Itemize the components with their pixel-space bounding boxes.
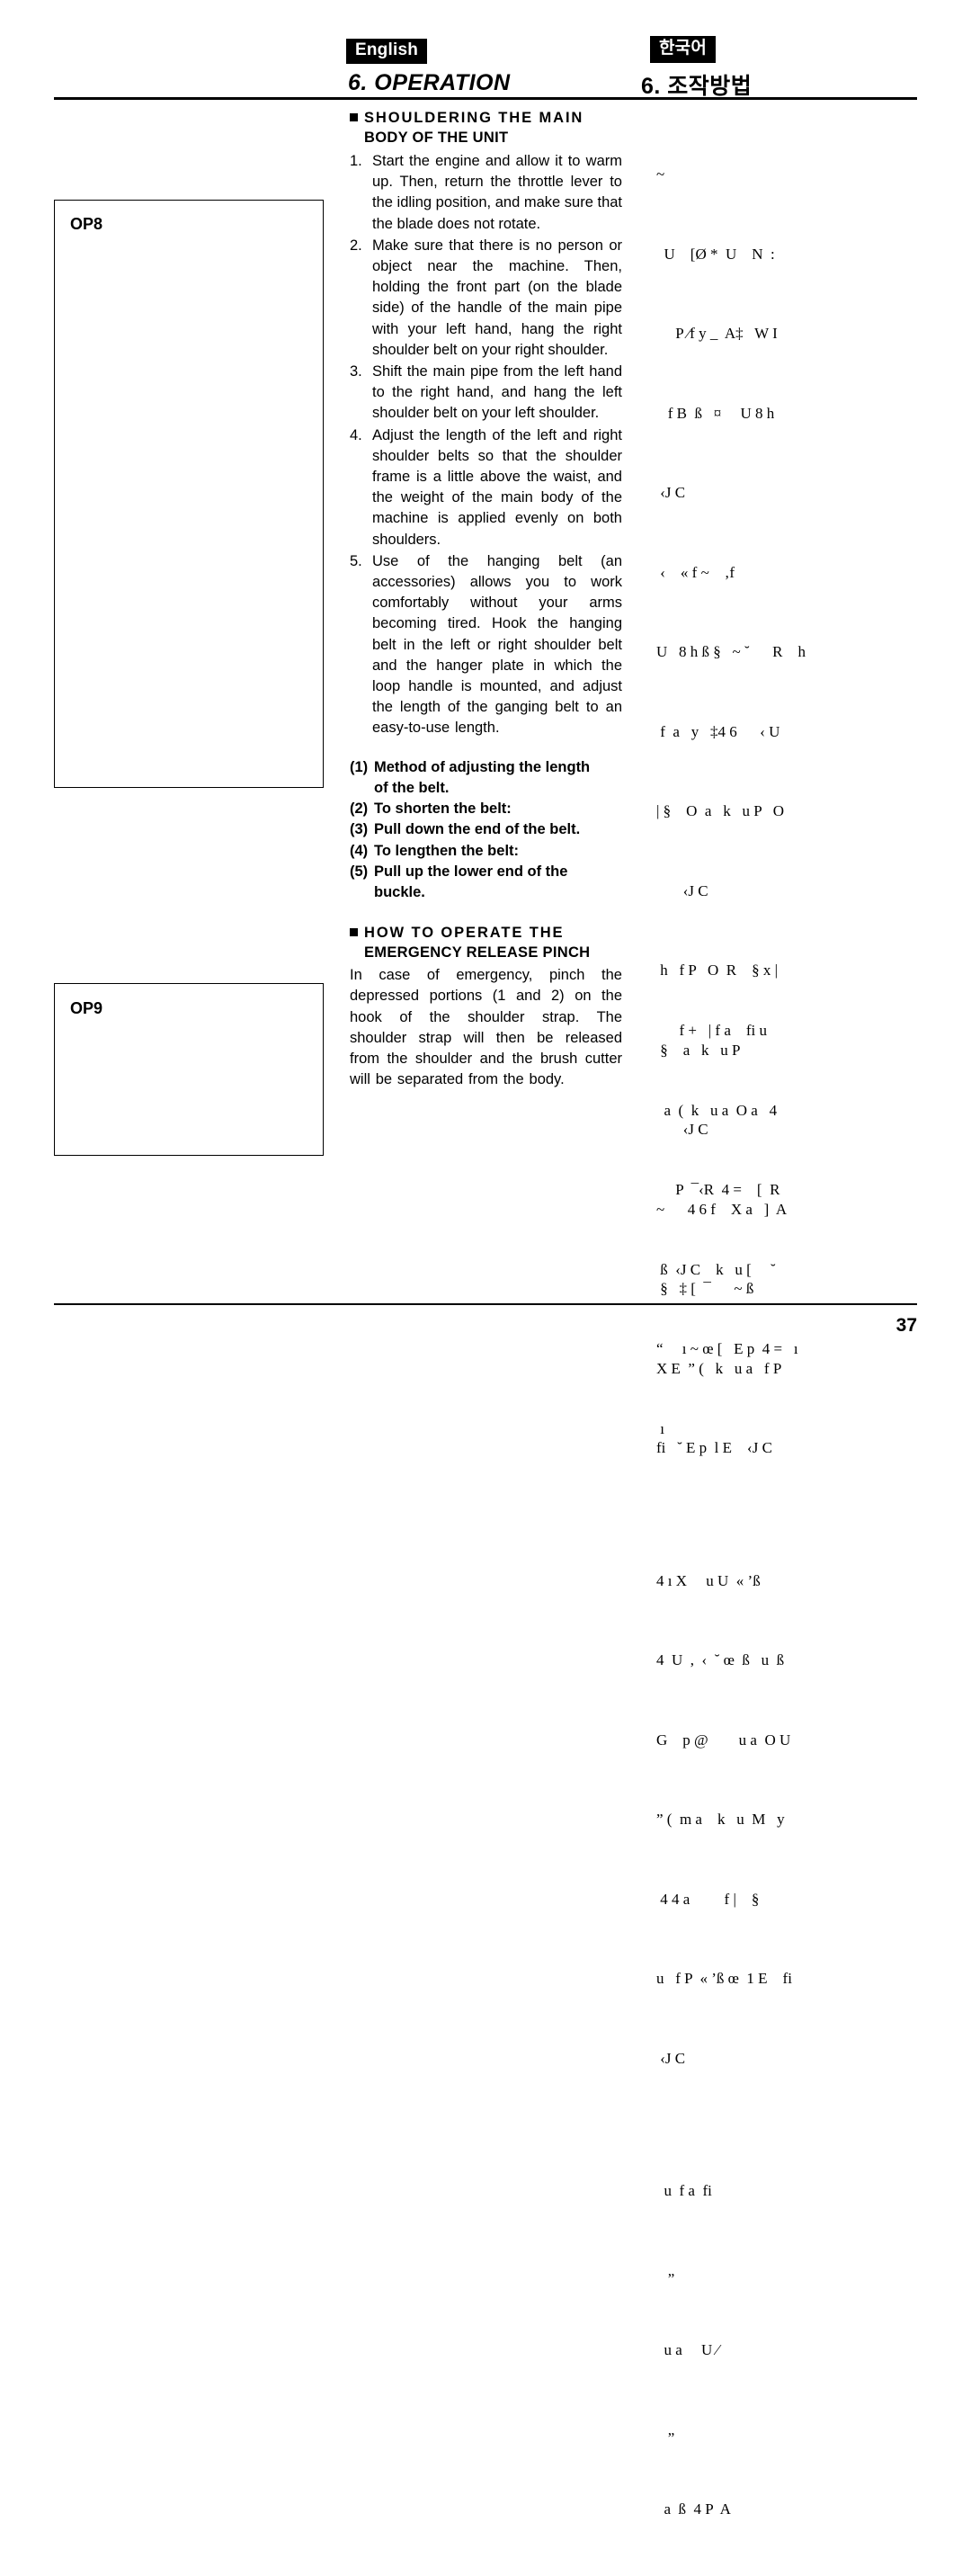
korean-line: f B ß ¤ U 8 h bbox=[656, 404, 775, 422]
korean-line: 4 U , ‹ ˘ œ ß u ß bbox=[656, 1651, 785, 1668]
english-belt-adjust-list: (1) Method of adjusting the length of the… bbox=[350, 757, 622, 903]
section-title-korean: 6. 조작방법 bbox=[641, 74, 753, 99]
list-item-text: Pull down the end of the belt. bbox=[374, 821, 581, 838]
korean-line: f + | f a fi u bbox=[656, 1022, 768, 1039]
korean-line: ‹J C bbox=[656, 2049, 686, 2067]
list-item-number: 3. bbox=[350, 363, 362, 380]
figure-op9-label: OP9 bbox=[70, 999, 103, 1017]
list-item-text: Start the engine and allow it to warm up… bbox=[372, 153, 622, 232]
list-item-text: Pull up the lower end of the bbox=[374, 863, 568, 880]
korean-line: a ( k u a O a 4 bbox=[656, 1101, 778, 1119]
english-paragraph-2: In case of emergency, pinch the depresse… bbox=[350, 967, 622, 1088]
english-heading-2-line-1: HOW TO OPERATE THE bbox=[364, 925, 565, 942]
korean-line: P ¯‹R 4 = [ R bbox=[656, 1181, 780, 1198]
list-item: (1) Method of adjusting the length bbox=[350, 757, 622, 778]
list-item-text: To shorten the belt: bbox=[374, 801, 512, 818]
korean-line: „ bbox=[656, 2420, 675, 2438]
list-item-continuation: of the belt. bbox=[374, 779, 450, 796]
english-heading-2-line-2: EMERGENCY RELEASE PINCH bbox=[364, 944, 591, 962]
korean-line: G p @ u a O U bbox=[656, 1731, 791, 1749]
korean-line: ı bbox=[656, 1419, 664, 1437]
english-column: SHOULDERING THE MAIN BODY OF THE UNIT 1.… bbox=[350, 108, 622, 1090]
list-item: (2) To shorten the belt: bbox=[350, 799, 622, 819]
document-page: English 한국어 6. OPERATION 6. 조작방법 OP8 OP9… bbox=[0, 0, 971, 2518]
section-title-english: 6. OPERATION bbox=[348, 70, 511, 95]
list-item: (4) To lengthen the belt: bbox=[350, 841, 622, 862]
list-item-number: (5) bbox=[350, 863, 369, 880]
list-item-number: (4) bbox=[350, 842, 369, 859]
korean-line: ‹ « f ~ ‚f bbox=[656, 563, 735, 581]
list-item: 3. Shift the main pipe from the left hand… bbox=[350, 362, 622, 425]
korean-line: ~ bbox=[656, 165, 665, 183]
korean-line: u f P « ’ß œ 1 E fi bbox=[656, 1970, 792, 1987]
korean-line: u a U ⁄ bbox=[656, 2341, 719, 2358]
language-badge-english: English bbox=[346, 39, 428, 64]
korean-line: 4 ı X u U « ’ß bbox=[656, 1571, 761, 1589]
list-item-number: 1. bbox=[350, 153, 362, 169]
list-item-text: Make sure that there is no person or obj… bbox=[372, 237, 622, 358]
list-item-text: Use of the hanging belt (an accessories)… bbox=[372, 552, 622, 737]
korean-line: U [Ø * U N : bbox=[656, 245, 775, 263]
page-number: 37 bbox=[895, 1315, 917, 1336]
list-item-number: 2. bbox=[350, 237, 362, 254]
korean-line: ‹J C bbox=[656, 881, 708, 899]
list-item: (3) Pull down the end of the belt. bbox=[350, 819, 622, 840]
bullet-square-icon bbox=[350, 928, 358, 937]
list-item: 4. Adjust the length of the left and righ… bbox=[350, 425, 622, 550]
english-heading-1-line-2: BODY OF THE UNIT bbox=[364, 130, 509, 146]
list-item: (5) Pull up the lower end of the bbox=[350, 862, 622, 882]
list-item-text: Shift the main pipe from the left hand t… bbox=[372, 363, 622, 422]
list-item-number: (3) bbox=[350, 821, 369, 838]
english-heading-1-line-1: SHOULDERING THE MAIN bbox=[364, 110, 584, 126]
korean-line: ” ( m a k u M y bbox=[656, 1811, 785, 1828]
bullet-square-icon bbox=[350, 113, 358, 121]
list-item-text: Method of adjusting the length bbox=[374, 758, 591, 775]
list-item-continuation: buckle. bbox=[374, 883, 425, 900]
figure-op8-label: OP8 bbox=[70, 215, 103, 233]
list-item: 5. Use of the hanging belt (an accessorie… bbox=[350, 551, 622, 739]
list-item-number: 5. bbox=[350, 552, 362, 569]
english-heading-1: SHOULDERING THE MAIN BODY OF THE UNIT bbox=[350, 108, 622, 148]
list-item-text: Adjust the length of the left and right … bbox=[372, 426, 622, 548]
list-item: 2. Make sure that there is no person or o… bbox=[350, 236, 622, 361]
korean-line: 4 4 a f | § bbox=[656, 1890, 760, 1908]
korean-line: P ⁄f y _ A‡ W I bbox=[656, 325, 778, 342]
korean-line: ß ‹J C k u [ ˘ bbox=[656, 1260, 776, 1278]
korean-line: a ß 4 P A bbox=[656, 2500, 731, 2518]
list-item-number: (2) bbox=[350, 801, 369, 818]
english-heading-2: HOW TO OPERATE THE EMERGENCY RELEASE PIN… bbox=[350, 923, 622, 962]
language-badge-korean: 한국어 bbox=[650, 36, 717, 63]
korean-line: f a y ‡4 6 ‹ U bbox=[656, 722, 780, 740]
figure-op8 bbox=[54, 200, 324, 788]
korean-column-block-2: f + | f a fi u a ( k u a O a 4 P ¯‹R 4 =… bbox=[656, 964, 917, 1495]
korean-line: U 8 h ß § ~ ˘ R h bbox=[656, 643, 806, 660]
korean-line: | § O a k u P O bbox=[656, 802, 785, 819]
list-item-number: 4. bbox=[350, 426, 362, 443]
list-item-number: (1) bbox=[350, 758, 369, 775]
korean-line: ‹J C bbox=[656, 484, 686, 501]
english-steps-list: 1. Start the engine and allow it to warm … bbox=[350, 151, 622, 739]
korean-line: u f a fi bbox=[656, 2182, 712, 2199]
list-item-text: To lengthen the belt: bbox=[374, 842, 520, 859]
korean-line: “ ı ~ œ [ E p 4 = ı bbox=[656, 1340, 798, 1357]
list-item: 1. Start the engine and allow it to warm … bbox=[350, 151, 622, 235]
korean-line: „ bbox=[656, 2261, 675, 2279]
header-divider bbox=[54, 97, 917, 100]
